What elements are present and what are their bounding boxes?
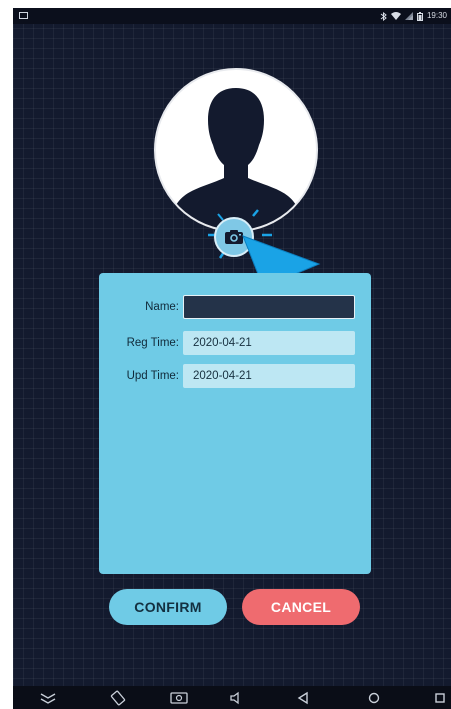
bluetooth-icon xyxy=(380,11,387,21)
recents-icon[interactable] xyxy=(429,688,451,708)
confirm-button[interactable]: CONFIRM xyxy=(109,589,227,625)
rotate-icon[interactable] xyxy=(107,688,129,708)
reg-time-row: Reg Time: 2020-04-21 xyxy=(99,331,371,355)
name-label: Name: xyxy=(145,301,179,313)
clock: 19:30 xyxy=(426,11,447,20)
volume-icon[interactable] xyxy=(225,688,247,708)
status-bar: 19:30 xyxy=(13,8,451,24)
home-icon[interactable] xyxy=(363,688,385,708)
cancel-button[interactable]: CANCEL xyxy=(242,589,360,625)
notification-icon xyxy=(19,12,28,19)
screenshot-icon[interactable] xyxy=(168,688,190,708)
collapse-icon[interactable] xyxy=(37,688,59,708)
wifi-icon xyxy=(390,12,401,20)
signal-icon xyxy=(404,12,413,20)
reg-time-field: 2020-04-21 xyxy=(183,331,355,355)
upd-time-label: Upd Time: xyxy=(126,370,179,382)
person-silhouette-icon xyxy=(168,88,304,230)
tablet-screen: 19:30 Name: Reg Time: 2020-04-21 Upd Tim… xyxy=(13,8,451,709)
status-icons: 19:30 xyxy=(380,11,447,21)
upd-time-field: 2020-04-21 xyxy=(183,364,355,388)
name-row: Name: xyxy=(99,295,371,319)
back-icon[interactable] xyxy=(292,688,314,708)
name-input[interactable] xyxy=(183,295,355,319)
battery-icon xyxy=(416,11,423,21)
reg-time-label: Reg Time: xyxy=(126,337,179,349)
user-info-form: Name: Reg Time: 2020-04-21 Upd Time: 202… xyxy=(99,273,371,574)
upd-time-row: Upd Time: 2020-04-21 xyxy=(99,364,371,388)
navigation-bar xyxy=(13,686,451,709)
